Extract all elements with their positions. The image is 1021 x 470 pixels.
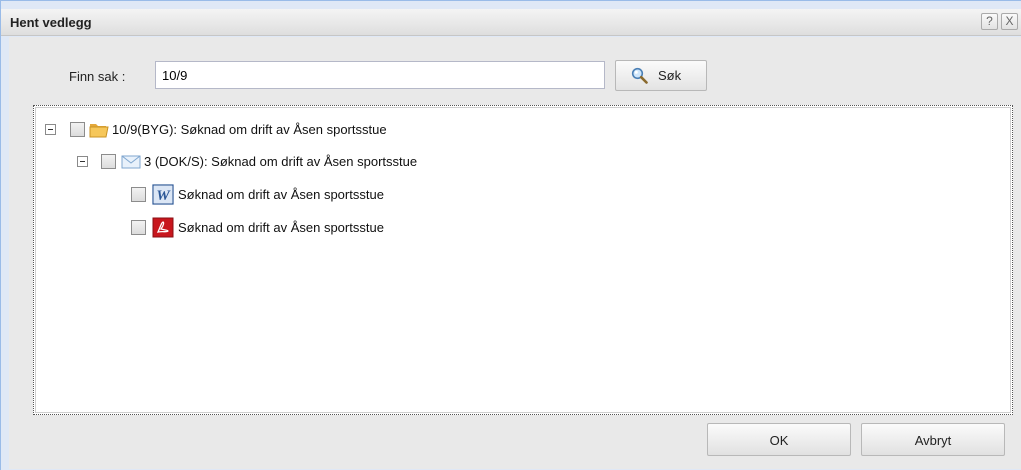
close-icon[interactable]: X bbox=[1001, 13, 1018, 30]
tree-node-document[interactable]: 3 (DOK/S): Søknad om drift av Åsen sport… bbox=[76, 152, 576, 172]
file-checkbox[interactable] bbox=[131, 187, 146, 202]
attachment-tree: 10/9(BYG): Søknad om drift av Åsen sport… bbox=[33, 105, 1013, 415]
file-checkbox[interactable] bbox=[131, 220, 146, 235]
collapse-toggle-icon[interactable] bbox=[45, 124, 56, 135]
tree-node-label: Søknad om drift av Åsen sportsstue bbox=[178, 187, 384, 202]
pdf-document-icon bbox=[152, 217, 174, 238]
ok-button[interactable]: OK bbox=[707, 423, 851, 456]
tree-node-file[interactable]: W Søknad om drift av Åsen sportsstue bbox=[130, 184, 530, 205]
tree-node-label: Søknad om drift av Åsen sportsstue bbox=[178, 220, 384, 235]
tree-node-file[interactable]: Søknad om drift av Åsen sportsstue bbox=[130, 217, 530, 238]
cancel-button[interactable]: Avbryt bbox=[861, 423, 1005, 456]
svg-text:W: W bbox=[156, 188, 171, 204]
tree-node-label: 10/9(BYG): Søknad om drift av Åsen sport… bbox=[112, 122, 387, 137]
envelope-icon bbox=[121, 155, 141, 169]
tree-node-label: 3 (DOK/S): Søknad om drift av Åsen sport… bbox=[144, 154, 418, 169]
case-checkbox[interactable] bbox=[70, 122, 85, 137]
folder-icon bbox=[89, 124, 109, 138]
tree-node-case[interactable]: 10/9(BYG): Søknad om drift av Åsen sport… bbox=[44, 120, 544, 140]
dialog-titlebar[interactable]: Hent vedlegg ? X bbox=[1, 9, 1021, 36]
collapse-toggle-icon[interactable] bbox=[77, 156, 88, 167]
search-label: Finn sak : bbox=[69, 69, 126, 84]
help-icon[interactable]: ? bbox=[981, 13, 998, 30]
search-input[interactable] bbox=[155, 61, 605, 89]
document-checkbox[interactable] bbox=[101, 154, 116, 169]
search-icon bbox=[631, 67, 648, 84]
dialog-title: Hent vedlegg bbox=[10, 15, 92, 30]
word-document-icon: W bbox=[152, 184, 174, 205]
hent-vedlegg-dialog: Hent vedlegg ? X Finn sak : Søk 10/9(BYG… bbox=[0, 0, 1021, 470]
search-button[interactable]: Søk bbox=[615, 60, 707, 91]
search-button-label: Søk bbox=[658, 68, 682, 83]
